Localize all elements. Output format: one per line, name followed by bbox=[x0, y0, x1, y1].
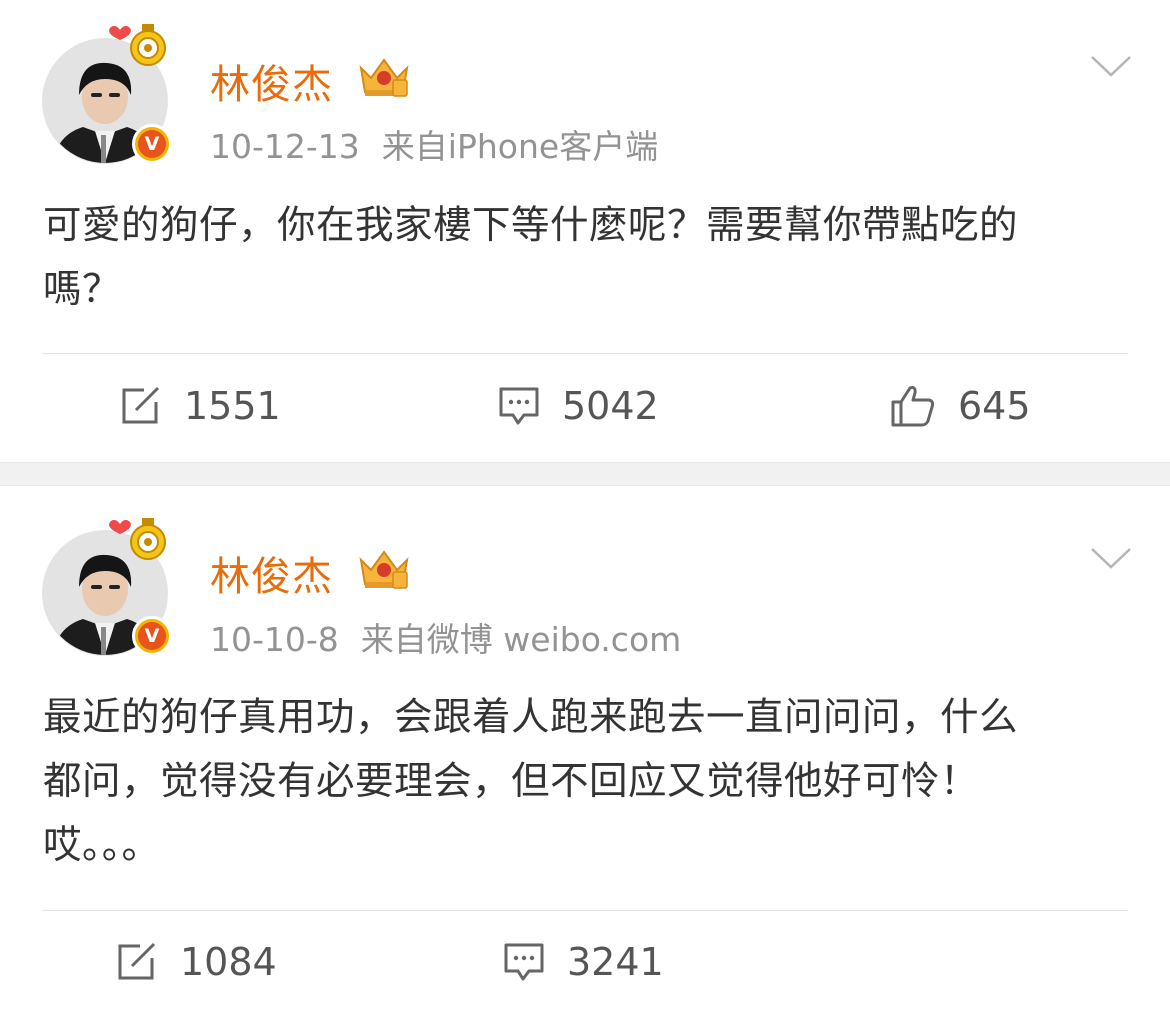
verified-badge-mark: V bbox=[138, 130, 166, 158]
verified-badge-icon: V bbox=[132, 616, 172, 656]
comment-button[interactable]: 3241 bbox=[503, 940, 664, 984]
verified-badge-mark: V bbox=[138, 622, 166, 650]
post-text-line: 最近的狗仔真用功，会跟着人跑来跑去一直问问问，什么 bbox=[43, 695, 1019, 740]
post-date: 10-10-8 bbox=[210, 620, 339, 659]
comment-icon bbox=[504, 943, 544, 981]
divider bbox=[42, 910, 1128, 911]
post-source[interactable]: 来自微博 weibo.com bbox=[361, 620, 681, 659]
repost-icon bbox=[118, 942, 156, 980]
like-button[interactable]: 645 bbox=[890, 384, 1031, 428]
crown-badge-icon[interactable] bbox=[355, 544, 413, 592]
post-meta: 10-10-8 来自微博 weibo.com bbox=[210, 613, 681, 661]
post-text-line: 嗎？ bbox=[43, 267, 122, 312]
repost-button[interactable]: 1084 bbox=[116, 940, 277, 984]
post-text-line: 可愛的狗仔，你在我家樓下等什麼呢？需要幫你帶點吃的 bbox=[43, 203, 1019, 248]
post-text[interactable]: 可愛的狗仔，你在我家樓下等什麼呢？需要幫你帶點吃的 嗎？ bbox=[43, 194, 1133, 322]
weibo-post[interactable]: V 林俊杰 10-10-8 来自微博 weibo.com 最近的狗仔真用功，会跟着… bbox=[0, 486, 1170, 1017]
like-icon bbox=[891, 386, 935, 427]
post-text-line: 都问，觉得没有必要理会，但不回应又觉得他好可怜！ bbox=[43, 759, 980, 804]
avatar-pendant-icon bbox=[109, 518, 166, 560]
post-text-line: 哎。。。 bbox=[43, 823, 161, 868]
post-meta: 10-12-13 来自iPhone客户端 bbox=[210, 120, 658, 168]
username[interactable]: 林俊杰 bbox=[210, 544, 333, 602]
avatar-pendant-icon bbox=[109, 24, 166, 66]
divider bbox=[42, 353, 1128, 354]
verified-badge-icon: V bbox=[132, 124, 172, 164]
repost-count: 1551 bbox=[184, 384, 281, 428]
repost-count: 1084 bbox=[180, 940, 277, 984]
feed-separator bbox=[0, 462, 1170, 486]
post-date: 10-12-13 bbox=[210, 127, 360, 166]
comment-count: 5042 bbox=[562, 384, 659, 428]
repost-icon bbox=[122, 386, 160, 424]
crown-badge-icon[interactable] bbox=[355, 52, 413, 100]
username[interactable]: 林俊杰 bbox=[210, 52, 333, 110]
comment-icon bbox=[499, 387, 539, 425]
like-count: 645 bbox=[958, 384, 1031, 428]
post-source[interactable]: 来自iPhone客户端 bbox=[382, 127, 658, 166]
post-text[interactable]: 最近的狗仔真用功，会跟着人跑来跑去一直问问问，什么 都问，觉得没有必要理会，但不… bbox=[43, 686, 1133, 878]
comment-button[interactable]: 5042 bbox=[498, 384, 659, 428]
repost-button[interactable]: 1551 bbox=[120, 384, 281, 428]
chevron-down-icon[interactable] bbox=[1090, 54, 1132, 78]
chevron-down-icon[interactable] bbox=[1090, 546, 1132, 570]
comment-count: 3241 bbox=[567, 940, 664, 984]
weibo-post[interactable]: V 林俊杰 10-12-13 来自iPhone客户端 可愛的狗仔，你在我家樓下等什… bbox=[0, 0, 1170, 462]
